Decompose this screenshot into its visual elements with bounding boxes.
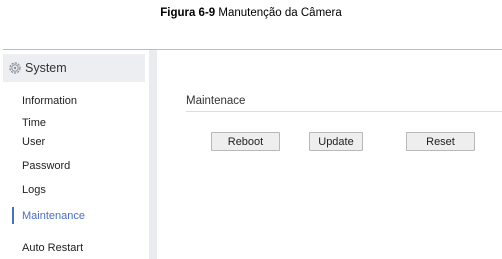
- sidebar-item-user[interactable]: User: [22, 136, 45, 148]
- reset-button[interactable]: Reset: [406, 132, 475, 151]
- sidebar: System Information Time User Password Lo…: [3, 50, 149, 259]
- active-item-indicator: [12, 207, 14, 224]
- reboot-button[interactable]: Reboot: [211, 132, 280, 151]
- maintenance-panel: Maintenace Reboot Update Reset: [157, 50, 502, 259]
- settings-window: System Information Time User Password Lo…: [3, 49, 502, 259]
- figure-title: Manutenção da Câmera: [218, 7, 342, 19]
- update-button[interactable]: Update: [309, 132, 363, 151]
- sidebar-item-time[interactable]: Time: [22, 117, 46, 129]
- gear-icon: [8, 61, 22, 75]
- figure-label: Figura 6-9: [160, 7, 216, 19]
- sidebar-item-auto-restart[interactable]: Auto Restart: [22, 242, 83, 254]
- sidebar-item-maintenance[interactable]: Maintenance: [22, 210, 85, 222]
- sidebar-item-information[interactable]: Information: [22, 95, 77, 107]
- section-divider: [186, 111, 502, 112]
- sidebar-item-password[interactable]: Password: [22, 160, 70, 172]
- sidebar-header-title: System: [25, 61, 67, 75]
- section-title: Maintenace: [186, 95, 246, 107]
- figure-caption: Figura 6-9 Manutenção da Câmera: [0, 7, 502, 19]
- sidebar-item-logs[interactable]: Logs: [22, 184, 46, 196]
- sidebar-divider: [149, 50, 157, 259]
- sidebar-header-system[interactable]: System: [3, 54, 145, 82]
